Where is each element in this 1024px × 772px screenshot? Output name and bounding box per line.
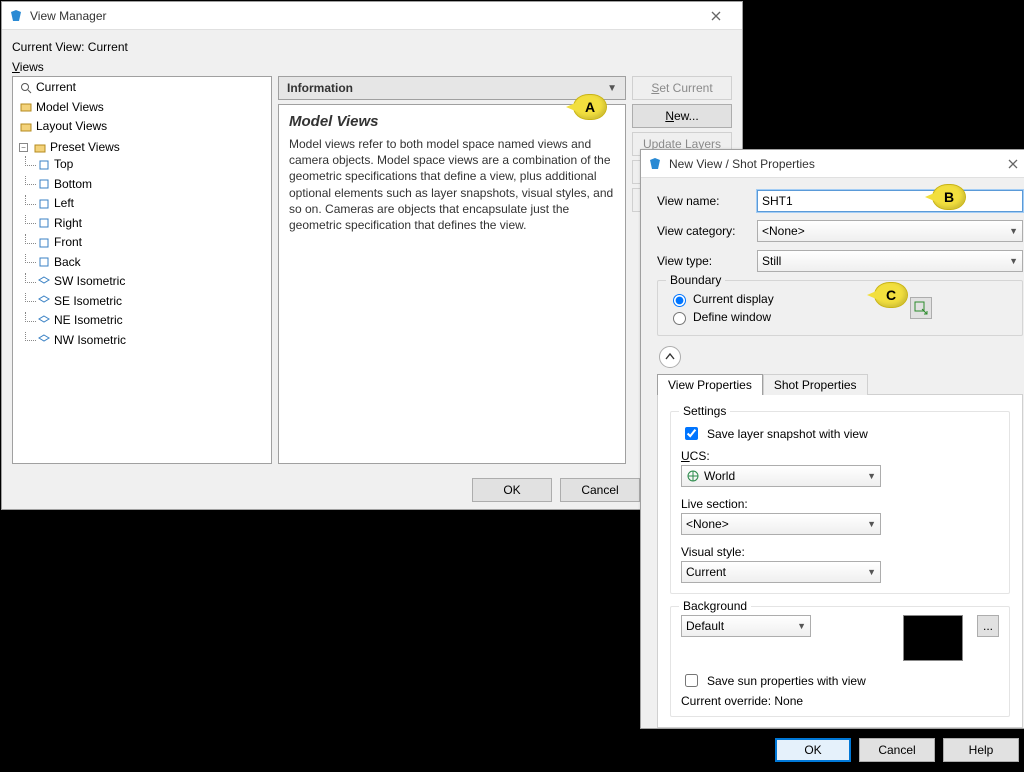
tree-preset[interactable]: Bottom [54,176,92,193]
collapse-toggle[interactable]: − [19,143,28,152]
collapse-toggle[interactable] [659,346,681,368]
tab-view-properties[interactable]: View Properties [657,374,763,395]
tab-shot-properties[interactable]: Shot Properties [763,374,868,395]
folder-icon [19,120,33,134]
tree-preset[interactable]: Front [54,234,82,251]
define-window-button[interactable] [910,297,932,319]
save-sun-checkbox[interactable]: Save sun properties with view [681,671,999,690]
ucs-label: UCS: [681,449,999,463]
close-button[interactable] [993,151,1024,177]
tree-preset[interactable]: Top [54,156,73,173]
current-display-radio[interactable]: Current display [668,291,774,307]
view-category-label: View category: [657,224,757,238]
live-section-select[interactable]: <None>▼ [681,513,881,535]
tree-preset[interactable]: NE Isometric [54,312,123,329]
iso-icon [37,314,51,328]
chevron-up-icon [665,352,675,362]
iso-icon [37,294,51,308]
info-header-label: Information [287,81,353,95]
visual-style-label: Visual style: [681,545,999,559]
define-window-radio[interactable]: Define window [668,309,774,325]
info-text: Model views refer to both model space na… [289,136,615,233]
help-button[interactable]: Help [943,738,1019,762]
view-type-label: View type: [657,254,757,268]
ok-button[interactable]: OK [472,478,552,502]
cancel-button[interactable]: Cancel [859,738,935,762]
background-legend: Background [679,599,751,613]
view-top-icon [37,158,51,172]
view-left-icon [37,197,51,211]
views-tree[interactable]: Current Model Views Layout Views − Preset… [12,76,272,464]
ucs-select[interactable]: World▼ [681,465,881,487]
tree-layout-views[interactable]: Layout Views [36,118,107,135]
live-section-label: Live section: [681,497,999,511]
magnifier-icon [19,81,33,95]
window-title: View Manager [30,9,696,23]
iso-icon [37,333,51,347]
iso-icon [37,275,51,289]
chevron-down-icon: ▼ [867,519,876,529]
close-icon [711,11,721,21]
view-back-icon [37,255,51,269]
info-title: Model Views [289,113,615,130]
close-icon [1008,159,1018,169]
view-bottom-icon [37,177,51,191]
background-preview [903,615,963,661]
folder-icon [19,100,33,114]
globe-icon [686,469,700,483]
view-right-icon [37,216,51,230]
window-title: New View / Shot Properties [669,157,993,171]
view-name-label: View name: [657,194,757,208]
save-layer-checkbox[interactable]: Save layer snapshot with view [681,424,999,443]
info-panel: Model Views Model views refer to both mo… [278,104,626,464]
tree-preset[interactable]: SE Isometric [54,293,122,310]
chevron-down-icon: ▼ [867,471,876,481]
app-icon [8,8,24,24]
cancel-button[interactable]: Cancel [560,478,640,502]
window-select-icon [914,301,928,315]
tree-preset[interactable]: Back [54,254,81,271]
tree-preset[interactable]: NW Isometric [54,332,126,349]
folder-icon [33,141,47,155]
boundary-legend: Boundary [666,273,725,287]
current-view-label: Current View: Current [12,40,732,54]
view-category-select[interactable]: <None>▼ [757,220,1023,242]
set-current-button[interactable]: Set Current [632,76,732,100]
tree-model-views[interactable]: Model Views [36,99,104,116]
chevron-down-icon: ▼ [1009,256,1018,266]
view-type-select[interactable]: Still▼ [757,250,1023,272]
app-icon [647,156,663,172]
override-label: Current override: None [681,694,999,708]
background-browse-button[interactable]: ... [977,615,999,637]
new-button[interactable]: New... [632,104,732,128]
chevron-down-icon: ▼ [867,567,876,577]
view-name-input[interactable] [757,190,1023,212]
info-header[interactable]: Information ▼ [278,76,626,100]
chevron-down-icon: ▼ [797,621,806,631]
chevron-down-icon: ▼ [607,83,617,94]
visual-style-select[interactable]: Current▼ [681,561,881,583]
view-front-icon [37,236,51,250]
ok-button[interactable]: OK [775,738,851,762]
tree-current[interactable]: Current [36,79,76,96]
background-select[interactable]: Default▼ [681,615,811,637]
views-label: Views [12,60,732,74]
chevron-down-icon: ▼ [1009,226,1018,236]
tree-preset-views[interactable]: Preset Views [50,139,120,156]
settings-legend: Settings [679,404,730,418]
tree-preset[interactable]: Right [54,215,82,232]
close-button[interactable] [696,3,736,29]
tree-preset[interactable]: Left [54,195,74,212]
tree-preset[interactable]: SW Isometric [54,273,125,290]
